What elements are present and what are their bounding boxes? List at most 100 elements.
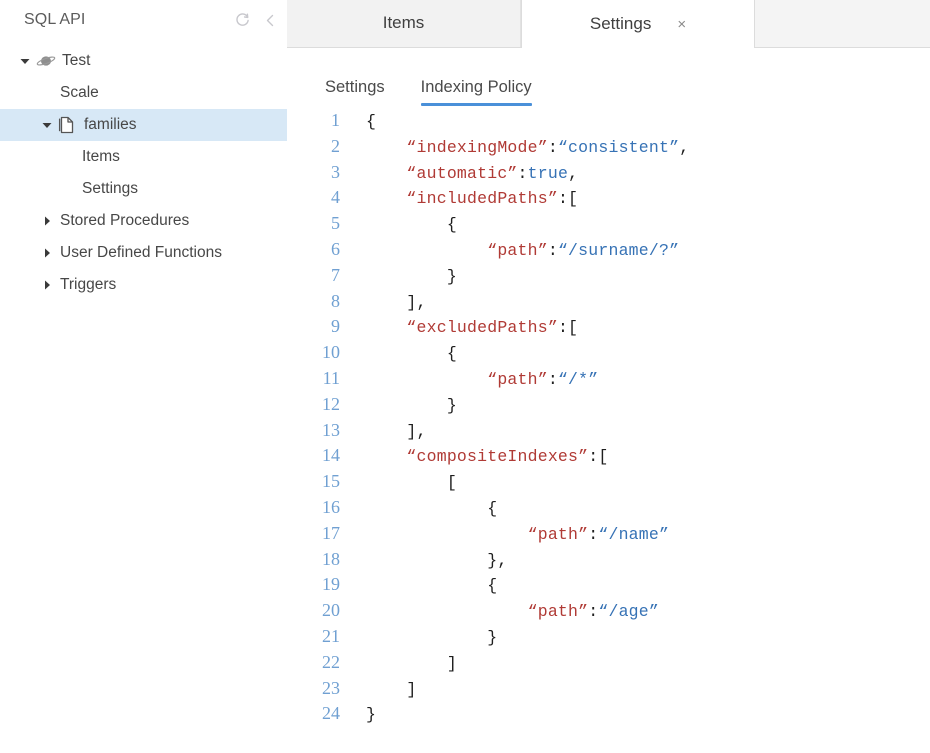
code-line-text[interactable]: “path”:“/name” [344, 525, 669, 544]
caret-right-icon[interactable] [36, 215, 58, 227]
caret-right-icon[interactable] [36, 247, 58, 259]
line-number: 21 [287, 626, 344, 647]
tree-item-user-defined-functions[interactable]: User Defined Functions [0, 237, 287, 269]
json-punctuation: : [548, 241, 558, 260]
code-line-text[interactable]: } [344, 705, 376, 724]
indexing-policy-json-editor[interactable]: 1{2 “indexingMode”:“consistent”,3 “autom… [287, 106, 930, 729]
json-punctuation: } [366, 705, 376, 724]
code-line-text[interactable]: ], [344, 293, 427, 312]
tab-strip: ItemsSettings× [287, 0, 930, 48]
tree-item-scale[interactable]: Scale [0, 77, 287, 109]
json-punctuation: { [366, 576, 497, 595]
tab-settings[interactable]: Settings× [521, 0, 755, 48]
code-line: 8 ], [287, 291, 930, 317]
refresh-icon[interactable] [234, 12, 251, 29]
json-key: “compositeIndexes” [366, 447, 588, 466]
code-line: 22 ] [287, 652, 930, 678]
tree-item-label: Scale [58, 84, 99, 102]
code-line: 15 [ [287, 471, 930, 497]
code-line: 23 ] [287, 678, 930, 704]
line-number: 4 [287, 187, 344, 208]
code-line-text[interactable]: ] [344, 680, 417, 699]
json-punctuation: : [518, 164, 528, 183]
tree-item-stored-procedures[interactable]: Stored Procedures [0, 205, 287, 237]
json-punctuation: : [588, 602, 598, 621]
json-key: “path” [366, 241, 548, 260]
code-line: 18 }, [287, 549, 930, 575]
code-line-text[interactable]: “compositeIndexes”:[ [344, 447, 608, 466]
json-key: “excludedPaths” [366, 318, 558, 337]
code-line-text[interactable]: “indexingMode”:“consistent”, [344, 138, 689, 157]
code-line-text[interactable]: { [344, 499, 497, 518]
line-number: 17 [287, 523, 344, 544]
line-number: 8 [287, 291, 344, 312]
app-root: SQL API TestScalefamiliesItemsSettingsSt… [0, 0, 930, 753]
code-line: 24} [287, 703, 930, 729]
tree-item-label: Triggers [58, 276, 116, 294]
code-line-text[interactable]: “excludedPaths”:[ [344, 318, 578, 337]
tree-item-label: families [82, 116, 137, 134]
tree-item-triggers[interactable]: Triggers [0, 269, 287, 301]
json-value: “consistent” [558, 138, 679, 157]
subtab-settings[interactable]: Settings [325, 78, 385, 106]
code-line: 14 “compositeIndexes”:[ [287, 445, 930, 471]
json-punctuation: ], [366, 293, 427, 312]
code-line-text[interactable]: ], [344, 422, 427, 441]
caret-down-icon[interactable] [14, 55, 36, 67]
code-line-text[interactable]: [ [344, 473, 457, 492]
tab-items[interactable]: Items [287, 0, 521, 47]
sidebar-header: SQL API [0, 0, 287, 40]
code-line: 21 } [287, 626, 930, 652]
json-key: “path” [366, 602, 588, 621]
tree-item-items[interactable]: Items [0, 141, 287, 173]
json-punctuation: , [679, 138, 689, 157]
subtab-indexing-policy[interactable]: Indexing Policy [421, 78, 532, 106]
code-line-text[interactable]: { [344, 215, 457, 234]
tree-item-label: User Defined Functions [58, 244, 222, 262]
code-line-text[interactable]: { [344, 344, 457, 363]
tree-item-families[interactable]: families [0, 109, 287, 141]
caret-right-icon[interactable] [36, 279, 58, 291]
code-line-text[interactable]: “includedPaths”:[ [344, 189, 578, 208]
json-punctuation: { [366, 215, 457, 234]
line-number: 9 [287, 316, 344, 337]
tree-item-test[interactable]: Test [0, 45, 287, 77]
code-line-text[interactable]: “automatic”:true, [344, 164, 578, 183]
code-line-text[interactable]: }, [344, 551, 507, 570]
container-icon [58, 116, 82, 134]
json-punctuation: ] [366, 680, 417, 699]
json-punctuation: { [366, 344, 457, 363]
code-line-text[interactable]: ] [344, 654, 457, 673]
json-punctuation: } [366, 628, 497, 647]
collapse-chevron-left-icon[interactable] [263, 12, 277, 29]
line-number: 15 [287, 471, 344, 492]
code-line: 1{ [287, 110, 930, 136]
tab-close-icon[interactable]: × [677, 17, 686, 32]
sidebar-title: SQL API [24, 11, 234, 29]
code-line: 5 { [287, 213, 930, 239]
line-number: 19 [287, 574, 344, 595]
line-number: 23 [287, 678, 344, 699]
line-number: 10 [287, 342, 344, 363]
code-line: 19 { [287, 574, 930, 600]
code-line-text[interactable]: “path”:“/surname/?” [344, 241, 679, 260]
json-key: “indexingMode” [366, 138, 548, 157]
json-punctuation: { [366, 499, 497, 518]
line-number: 12 [287, 394, 344, 415]
code-line-text[interactable]: } [344, 396, 457, 415]
code-line: 13 ], [287, 420, 930, 446]
code-line-text[interactable]: { [344, 576, 497, 595]
code-line: 6 “path”:“/surname/?” [287, 239, 930, 265]
line-number: 22 [287, 652, 344, 673]
code-line: 2 “indexingMode”:“consistent”, [287, 136, 930, 162]
code-line: 12 } [287, 394, 930, 420]
code-line-text[interactable]: } [344, 267, 457, 286]
code-line-text[interactable]: } [344, 628, 497, 647]
line-number: 18 [287, 549, 344, 570]
caret-down-icon[interactable] [36, 119, 58, 131]
tree-item-settings[interactable]: Settings [0, 173, 287, 205]
code-line-text[interactable]: { [344, 112, 376, 131]
json-punctuation: , [568, 164, 578, 183]
code-line-text[interactable]: “path”:“/*” [344, 370, 598, 389]
code-line-text[interactable]: “path”:“/age” [344, 602, 659, 621]
